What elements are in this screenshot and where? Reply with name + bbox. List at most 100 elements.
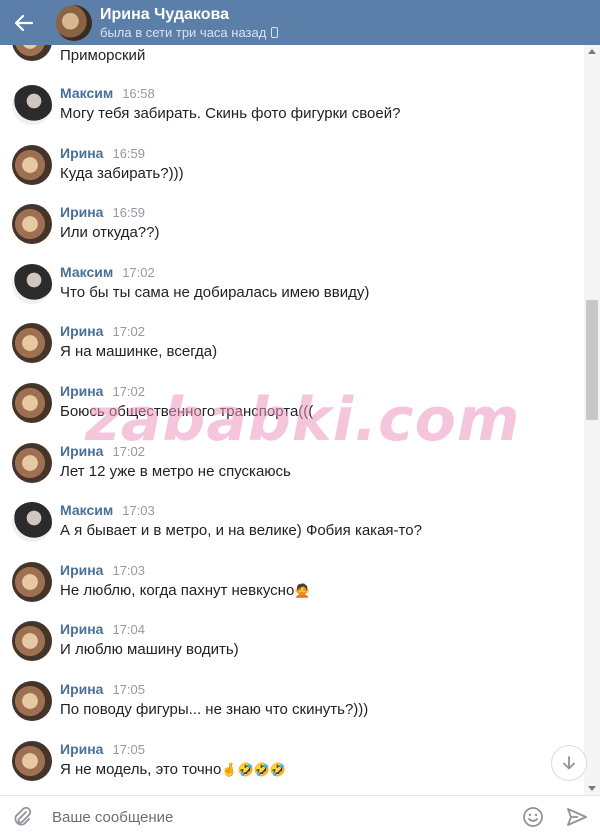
message-body: Что бы ты сама не добиралась имею ввиду) bbox=[60, 284, 369, 301]
message-text: И люблю машину водить) bbox=[60, 641, 239, 659]
message-text: Куда забирать?))) bbox=[60, 164, 184, 182]
message-time[interactable]: 16:59 bbox=[112, 146, 145, 161]
chevron-down-icon bbox=[563, 756, 575, 770]
message-text: Что бы ты сама не добиралась имею ввиду) bbox=[60, 283, 370, 301]
message-time[interactable]: 16:59 bbox=[112, 205, 145, 220]
avatar[interactable] bbox=[12, 502, 52, 543]
sender-name[interactable]: Ирина bbox=[60, 562, 103, 578]
send-button[interactable] bbox=[564, 804, 590, 830]
status-text: была в сети три часа назад bbox=[100, 24, 267, 40]
message-item[interactable]: Максим 16:58 Могу тебя забирать. Скинь фот… bbox=[0, 85, 584, 145]
message-body: И люблю машину водить) bbox=[60, 641, 239, 658]
message-item[interactable]: Ирина 17:02 Боюсь общественного транспорта… bbox=[0, 383, 584, 443]
message-text: Не люблю, когда пахнут невкусно bbox=[60, 581, 295, 599]
message-body: А я бывает и в метро, и на велике) Фобия… bbox=[60, 522, 422, 539]
message-time[interactable]: 16:58 bbox=[122, 86, 155, 101]
message-time[interactable]: 17:05 bbox=[112, 682, 145, 697]
avatar[interactable] bbox=[12, 681, 52, 721]
message-item[interactable]: Ирина 17:02 Лет 12 уже в метро не спускаюс… bbox=[0, 442, 584, 503]
message-time[interactable]: 17:03 bbox=[122, 503, 155, 518]
back-button[interactable] bbox=[0, 0, 48, 45]
emoji-button[interactable] bbox=[520, 804, 546, 830]
emoji-glyphs: 🤞🤣🤣🤣 bbox=[221, 761, 287, 777]
message-body: Я не модель, это точно🤞🤣🤣🤣 bbox=[60, 761, 286, 778]
sender-name[interactable]: Ирина bbox=[60, 323, 103, 339]
message-item[interactable]: Ирина 17:04 И люблю машину водить) bbox=[0, 621, 584, 681]
message-body: Я на машинке, всегда) bbox=[60, 343, 217, 360]
message-text: Или откуда??) bbox=[60, 224, 160, 242]
avatar[interactable] bbox=[12, 621, 52, 662]
message-item[interactable]: Ирина 17:03 Не люблю, когда пахнут невкусн… bbox=[0, 561, 584, 622]
send-icon bbox=[567, 808, 587, 826]
message-item[interactable]: Максим 17:02 Что бы ты сама не добиралась … bbox=[0, 263, 584, 324]
message-item[interactable]: Максим 17:03 А я бывает и в метро, и на ве… bbox=[0, 502, 584, 562]
message-text: По поводу фигуры... не знаю что скинуть?… bbox=[60, 701, 369, 718]
message-text: Могу тебя забирать. Скинь фото фигурки с… bbox=[60, 105, 401, 122]
message-text: Боюсь общественного транспорта((( bbox=[60, 403, 314, 420]
sender-name[interactable]: Ирина bbox=[60, 621, 103, 637]
avatar[interactable] bbox=[12, 45, 52, 61]
scroll-up-arrow[interactable] bbox=[588, 49, 596, 54]
scroll-to-bottom-button[interactable] bbox=[551, 745, 587, 781]
message-time[interactable]: 17:05 bbox=[112, 742, 145, 757]
message-item[interactable]: Ирина 17:05 По поводу фигуры... не знаю чт… bbox=[0, 681, 584, 741]
sender-name[interactable]: Максим bbox=[60, 85, 113, 101]
message-time[interactable]: 17:02 bbox=[122, 265, 155, 280]
message-body: По поводу фигуры... не знаю что скинуть?… bbox=[60, 701, 368, 718]
sender-name[interactable]: Максим bbox=[60, 264, 113, 280]
message-text: Приморский bbox=[60, 47, 146, 64]
avatar[interactable] bbox=[12, 561, 52, 602]
avatar[interactable] bbox=[12, 323, 52, 364]
message-item[interactable]: Ирина 17:05 Я не модель, это точно🤞🤣🤣🤣 bbox=[0, 740, 584, 795]
message-item[interactable]: Ирина 16:59 Куда забирать?))) bbox=[0, 144, 584, 205]
message-item[interactable]: Ирина 16:59 Или откуда??) bbox=[0, 204, 584, 264]
sender-name[interactable]: Ирина bbox=[60, 741, 103, 757]
message-composer bbox=[0, 795, 600, 837]
sender-name[interactable]: Ирина bbox=[60, 204, 103, 220]
sender-name[interactable]: Ирина bbox=[60, 145, 103, 161]
message-item[interactable]: Ирина 17:02 Я на машинке, всегда) bbox=[0, 323, 584, 383]
sender-name[interactable]: Ирина bbox=[60, 681, 103, 697]
attach-button[interactable] bbox=[10, 805, 34, 829]
emoji-glyphs: 🙅 bbox=[294, 582, 311, 598]
message-body: Лет 12 уже в метро не спускаюсь bbox=[60, 463, 291, 480]
message-body: Куда забирать?))) bbox=[60, 165, 184, 182]
sender-name[interactable]: Ирина bbox=[60, 443, 103, 459]
message-text: А я бывает и в метро, и на велике) Фобия… bbox=[60, 522, 422, 540]
message-time[interactable]: 17:02 bbox=[112, 444, 145, 459]
contact-avatar[interactable] bbox=[56, 4, 92, 41]
message-time[interactable]: 17:03 bbox=[112, 563, 145, 578]
avatar[interactable] bbox=[12, 740, 52, 781]
sender-name[interactable]: Максим bbox=[60, 502, 113, 518]
sender-name[interactable]: Ирина bbox=[60, 383, 103, 399]
arrow-left-icon bbox=[14, 14, 34, 31]
avatar[interactable] bbox=[12, 85, 52, 125]
avatar[interactable] bbox=[12, 263, 52, 304]
message-time[interactable]: 17:02 bbox=[112, 324, 145, 339]
message-body: Боюсь общественного транспорта((( bbox=[60, 403, 313, 420]
scrollbar[interactable] bbox=[584, 45, 600, 795]
message-continuation: Приморский bbox=[0, 45, 584, 71]
message-input[interactable] bbox=[52, 802, 507, 832]
scroll-down-arrow[interactable] bbox=[588, 786, 596, 791]
avatar[interactable] bbox=[12, 442, 52, 483]
smile-icon bbox=[523, 807, 543, 827]
message-time[interactable]: 17:02 bbox=[112, 384, 145, 399]
message-text: Лет 12 уже в метро не спускаюсь bbox=[60, 462, 291, 480]
chat-header: Ирина Чудакова была в сети три часа наза… bbox=[0, 0, 600, 45]
scroll-thumb[interactable] bbox=[586, 300, 598, 420]
avatar[interactable] bbox=[12, 383, 52, 423]
message-text: Я на машинке, всегда) bbox=[60, 343, 218, 361]
message-body: Или откуда??) bbox=[60, 224, 159, 241]
message-time[interactable]: 17:04 bbox=[112, 622, 145, 637]
message-body: Не люблю, когда пахнут невкусно🙅 bbox=[60, 582, 311, 599]
message-text: Я не модель, это точно bbox=[60, 760, 222, 778]
message-list[interactable]: Приморский Максим 16:58 Могу тебя забирать… bbox=[0, 45, 584, 795]
avatar[interactable] bbox=[12, 144, 52, 185]
phone-icon bbox=[271, 26, 279, 38]
avatar[interactable] bbox=[12, 204, 52, 245]
paperclip-icon bbox=[14, 806, 32, 826]
message-body: Могу тебя забирать. Скинь фото фигурки с… bbox=[60, 105, 400, 122]
contact-name[interactable]: Ирина Чудакова bbox=[100, 5, 278, 24]
contact-status: была в сети три часа назад bbox=[100, 24, 279, 41]
